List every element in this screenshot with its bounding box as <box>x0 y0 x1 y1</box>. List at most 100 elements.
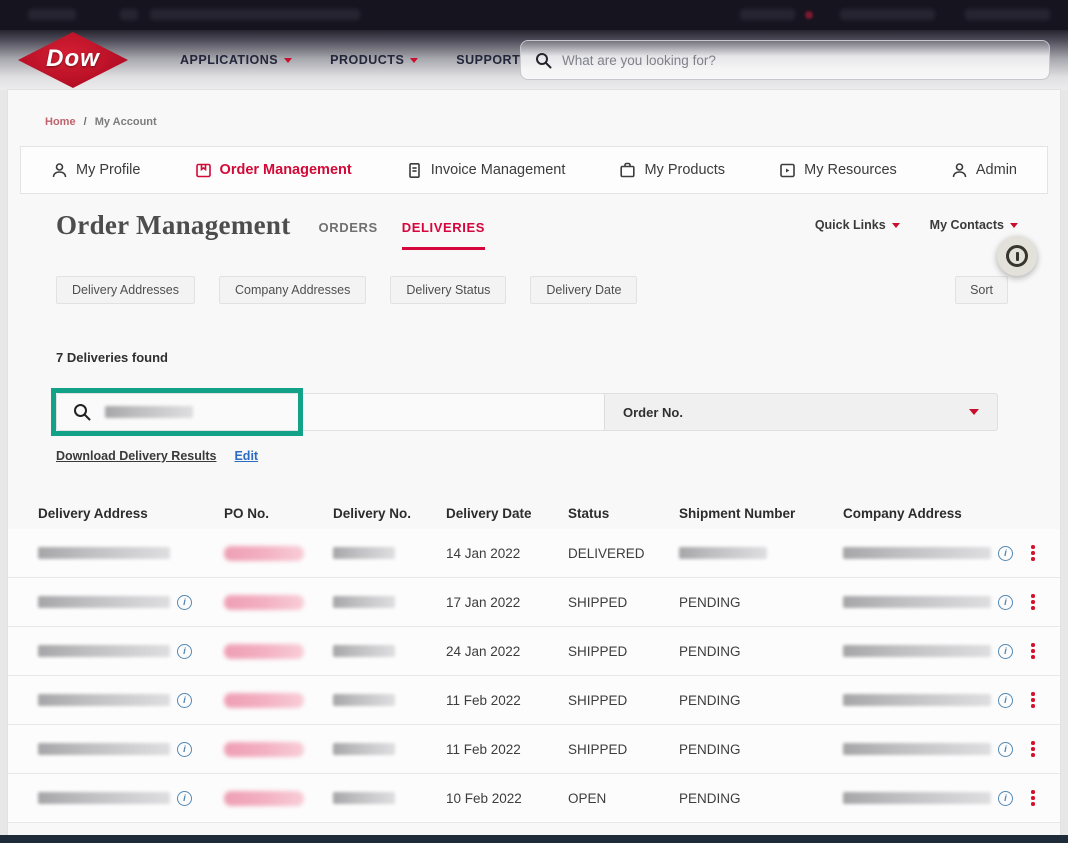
tab-my-products[interactable]: My Products <box>619 162 725 179</box>
tab-admin-label: Admin <box>976 162 1017 178</box>
info-icon[interactable]: i <box>998 693 1013 708</box>
col-company-address: Company Address <box>843 506 1020 521</box>
info-icon[interactable]: i <box>998 791 1013 806</box>
filter-delivery-status[interactable]: Delivery Status <box>390 276 506 304</box>
redacted-company-address <box>843 596 991 608</box>
table-row: i 24 Jan 2022 SHIPPED PENDING i <box>8 627 1060 676</box>
redacted-po-number <box>224 546 304 561</box>
redacted-delivery-number <box>333 743 395 755</box>
info-icon[interactable]: i <box>998 742 1013 757</box>
quick-links-dropdown[interactable]: Quick Links <box>815 218 900 232</box>
tab-my-resources[interactable]: My Resources <box>779 162 897 179</box>
subtab-orders[interactable]: ORDERS <box>319 220 378 250</box>
info-icon[interactable]: i <box>177 693 192 708</box>
info-icon[interactable]: i <box>177 644 192 659</box>
chevron-down-icon <box>892 223 900 228</box>
redacted-company-address <box>843 547 991 559</box>
redacted-delivery-number <box>333 792 395 804</box>
delivery-search-input[interactable] <box>57 394 604 430</box>
order-no-label: Order No. <box>623 405 683 420</box>
status-text: OPEN <box>568 791 679 806</box>
redacted-po-number <box>224 693 304 708</box>
table-row: i 10 Feb 2022 OPEN PENDING i <box>8 774 1060 823</box>
search-icon <box>73 403 91 421</box>
chevron-down-icon <box>284 58 292 63</box>
nav-products[interactable]: PRODUCTS <box>330 53 418 67</box>
tab-my-profile-label: My Profile <box>76 162 140 178</box>
redacted-text <box>740 9 795 20</box>
row-menu-kebab[interactable] <box>1020 542 1046 564</box>
tab-my-profile[interactable]: My Profile <box>51 162 140 179</box>
redacted-delivery-address <box>38 792 170 804</box>
top-utility-bar <box>0 0 1068 30</box>
redacted-delivery-address <box>38 645 170 657</box>
row-menu-kebab[interactable] <box>1020 689 1046 711</box>
info-icon[interactable]: i <box>998 595 1013 610</box>
resources-icon <box>779 162 796 179</box>
redacted-company-address <box>843 792 991 804</box>
delivery-date: 11 Feb 2022 <box>446 693 568 708</box>
redacted-delivery-number <box>333 547 395 559</box>
page-title: Order Management <box>56 210 291 241</box>
dow-logo[interactable]: Dow <box>14 18 132 100</box>
info-icon[interactable]: i <box>177 595 192 610</box>
info-icon[interactable]: i <box>177 791 192 806</box>
shipment-number: PENDING <box>679 791 843 806</box>
products-icon <box>619 162 636 179</box>
tab-admin[interactable]: Admin <box>951 162 1017 179</box>
info-icon[interactable]: i <box>998 546 1013 561</box>
redacted-po-number <box>224 742 304 757</box>
site-search-input[interactable] <box>562 53 1035 68</box>
redacted-po-number <box>224 791 304 806</box>
order-no-dropdown[interactable]: Order No. <box>605 394 997 430</box>
shipment-number: PENDING <box>679 693 843 708</box>
my-contacts-dropdown[interactable]: My Contacts <box>930 218 1018 232</box>
row-menu-kebab[interactable] <box>1020 591 1046 613</box>
row-menu-kebab[interactable] <box>1020 738 1046 760</box>
sort-button[interactable]: Sort <box>955 276 1008 304</box>
nav-products-label: PRODUCTS <box>330 53 404 67</box>
redacted-delivery-number <box>333 694 395 706</box>
chevron-down-icon <box>1010 223 1018 228</box>
nav-applications[interactable]: APPLICATIONS <box>180 53 292 67</box>
edit-link[interactable]: Edit <box>234 449 258 463</box>
redacted-company-address <box>843 645 991 657</box>
table-row: i 17 Jan 2022 SHIPPED PENDING i <box>8 578 1060 627</box>
tab-invoice-management-label: Invoice Management <box>431 162 566 178</box>
table-row: 14 Jan 2022 DELIVERED i <box>8 529 1060 578</box>
row-menu-kebab[interactable] <box>1020 640 1046 662</box>
filter-company-addresses[interactable]: Company Addresses <box>219 276 366 304</box>
info-icon[interactable]: i <box>998 644 1013 659</box>
delivery-date: 14 Jan 2022 <box>446 546 568 561</box>
redacted-shipment-number <box>679 547 767 559</box>
status-text: SHIPPED <box>568 693 679 708</box>
redacted-delivery-address <box>38 547 170 559</box>
subtab-deliveries[interactable]: DELIVERIES <box>402 220 485 250</box>
breadcrumb-home-link[interactable]: Home <box>45 116 76 128</box>
delivery-search-row: Order No. <box>56 393 998 431</box>
redacted-delivery-address <box>38 694 170 706</box>
breadcrumb: Home / My Account <box>8 90 1060 128</box>
account-nav: My Profile Order Management Invoice Mana… <box>20 146 1048 194</box>
site-search[interactable] <box>520 40 1050 80</box>
notification-dot <box>805 11 813 19</box>
col-delivery-no: Delivery No. <box>333 506 446 521</box>
tab-order-management[interactable]: Order Management <box>195 162 352 179</box>
row-menu-kebab[interactable] <box>1020 787 1046 809</box>
info-icon[interactable]: i <box>177 742 192 757</box>
redacted-delivery-address <box>38 743 170 755</box>
table-actions: Download Delivery Results Edit <box>8 449 1060 463</box>
filter-delivery-addresses[interactable]: Delivery Addresses <box>56 276 195 304</box>
redacted-text <box>150 9 360 20</box>
filter-delivery-date[interactable]: Delivery Date <box>530 276 637 304</box>
download-delivery-results-link[interactable]: Download Delivery Results <box>56 449 216 463</box>
redacted-search-text <box>105 406 193 418</box>
section-quick-links: Quick Links My Contacts <box>815 218 1018 232</box>
order-management-section-header: Order Management ORDERS DELIVERIES Quick… <box>8 210 1060 250</box>
table-row: i 11 Feb 2022 SHIPPED PENDING i <box>8 725 1060 774</box>
invoice-icon <box>406 162 423 179</box>
tab-my-resources-label: My Resources <box>804 162 897 178</box>
page-info-button[interactable] <box>997 236 1037 276</box>
bottom-bar <box>0 835 1068 843</box>
tab-invoice-management[interactable]: Invoice Management <box>406 162 566 179</box>
